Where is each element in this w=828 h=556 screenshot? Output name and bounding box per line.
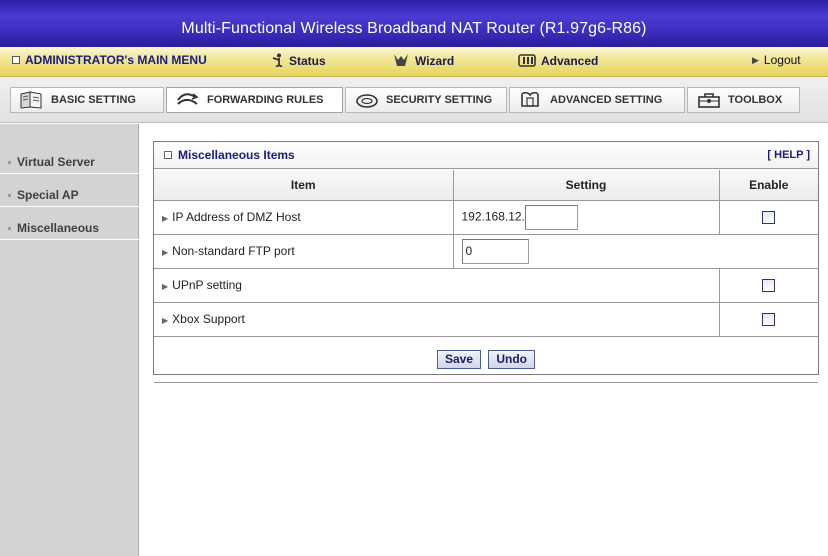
xbox-enable-checkbox[interactable] [762, 313, 776, 327]
advanced-label: Advanced [541, 53, 599, 68]
tab-toolbox-label: TOOLBOX [728, 94, 783, 106]
enable-cell [718, 199, 818, 235]
panel-title-label: Miscellaneous Items [178, 148, 295, 162]
table-row: ▶ Xbox Support [154, 301, 818, 337]
enable-cell [718, 301, 818, 337]
sidebar: Virtual Server Special AP Miscellaneous [0, 124, 139, 556]
help-link[interactable]: [ HELP ] [767, 149, 810, 161]
tab-security-setting[interactable]: SECURITY SETTING [345, 87, 507, 113]
bullet-icon [8, 160, 11, 164]
sidebar-item-label: Miscellaneous [17, 221, 100, 235]
dmz-setting-cell: 192.168.12. [452, 199, 720, 235]
tab-security-setting-label: SECURITY SETTING [386, 94, 493, 106]
ftp-setting-cell: 0 [452, 233, 818, 269]
advanced-setting-icon [518, 90, 544, 110]
advanced-icon [518, 53, 536, 68]
menu-square-icon [12, 56, 20, 64]
status-label: Status [289, 53, 326, 68]
sidebar-item-virtual-server[interactable]: Virtual Server [0, 151, 139, 174]
admin-main-menu[interactable]: ADMINISTRATOR's MAIN MENU [12, 53, 207, 67]
row-label-cell: ▶ Non-standard FTP port [154, 233, 454, 269]
tab-forwarding-rules-label: FORWARDING RULES [207, 94, 324, 106]
triangle-right-icon: ▶ [162, 214, 169, 223]
sidebar-item-label: Virtual Server [17, 155, 95, 169]
toolbox-icon [696, 90, 722, 110]
settings-table: Item Setting Enable ▶ IP Address of DMZ H… [154, 170, 818, 383]
logout-link[interactable]: ▶ Logout [752, 53, 801, 67]
ftp-port-label: Non-standard FTP port [172, 244, 295, 258]
table-row: ▶ UPnP setting [154, 267, 818, 303]
dmz-ip-prefix: 192.168.12. [461, 209, 525, 224]
triangle-right-icon: ▶ [162, 282, 169, 291]
table-row: ▶ IP Address of DMZ Host 192.168.12. [154, 199, 818, 235]
window-title: Multi-Functional Wireless Broadband NAT … [181, 20, 647, 37]
basic-setting-icon [19, 90, 45, 110]
forwarding-rules-icon [175, 90, 201, 110]
status-menu-item[interactable]: Status [270, 53, 326, 68]
triangle-right-icon: ▶ [162, 316, 169, 325]
column-header-enable: Enable [718, 170, 818, 201]
undo-button[interactable]: Undo [488, 349, 536, 369]
tab-toolbox[interactable]: TOOLBOX [687, 87, 800, 113]
dmz-ip-input[interactable] [524, 204, 578, 230]
column-header-setting: Setting [452, 170, 720, 201]
upnp-enable-checkbox[interactable] [762, 279, 776, 293]
panel-header: Miscellaneous Items [ HELP ] [154, 142, 818, 169]
column-header-item: Item [154, 170, 454, 201]
tab-bar: BASIC SETTING FORWARDING RULES SECURITY … [0, 77, 828, 123]
tab-basic-setting[interactable]: BASIC SETTING [10, 87, 164, 113]
tab-forwarding-rules[interactable]: FORWARDING RULES [166, 87, 343, 113]
tab-advanced-setting-label: ADVANCED SETTING [550, 94, 663, 106]
triangle-right-icon: ▶ [162, 248, 169, 257]
wizard-menu-item[interactable]: Wizard [392, 53, 454, 68]
save-button[interactable]: Save [436, 349, 482, 369]
enable-cell [718, 267, 818, 303]
row-label-cell: ▶ Xbox Support [154, 301, 720, 337]
bullet-icon [8, 226, 11, 230]
sidebar-item-label: Special AP [17, 188, 79, 202]
logout-label: Logout [763, 53, 801, 67]
miscellaneous-items-panel: Miscellaneous Items [ HELP ] Item Settin… [153, 141, 819, 383]
wizard-icon [392, 53, 410, 68]
sidebar-item-miscellaneous[interactable]: Miscellaneous [0, 217, 139, 240]
dmz-host-label: IP Address of DMZ Host [172, 210, 301, 224]
sidebar-item-special-ap[interactable]: Special AP [0, 184, 139, 207]
security-setting-icon [354, 90, 380, 110]
tab-advanced-setting[interactable]: ADVANCED SETTING [509, 87, 685, 113]
xbox-label: Xbox Support [172, 312, 245, 326]
triangle-right-icon: ▶ [752, 54, 759, 65]
button-row: Save Undo [154, 335, 818, 383]
row-label-cell: ▶ UPnP setting [154, 267, 720, 303]
upnp-label: UPnP setting [172, 278, 242, 292]
title-bar: Multi-Functional Wireless Broadband NAT … [0, 0, 828, 47]
row-label-cell: ▶ IP Address of DMZ Host [154, 199, 454, 235]
admin-main-menu-label: ADMINISTRATOR's MAIN MENU [25, 53, 207, 67]
bullet-icon [8, 193, 11, 197]
status-person-icon [270, 53, 284, 68]
wizard-label: Wizard [415, 53, 455, 68]
dmz-enable-checkbox[interactable] [762, 211, 776, 225]
tab-basic-setting-label: BASIC SETTING [51, 94, 136, 106]
table-row: ▶ Non-standard FTP port 0 [154, 233, 818, 269]
ftp-port-input[interactable]: 0 [461, 238, 529, 264]
main-menu-bar: ADMINISTRATOR's MAIN MENU Status Wizard … [0, 47, 828, 77]
panel-title: Miscellaneous Items [164, 148, 295, 162]
panel-square-icon [164, 151, 172, 159]
advanced-menu-item[interactable]: Advanced [518, 53, 598, 68]
